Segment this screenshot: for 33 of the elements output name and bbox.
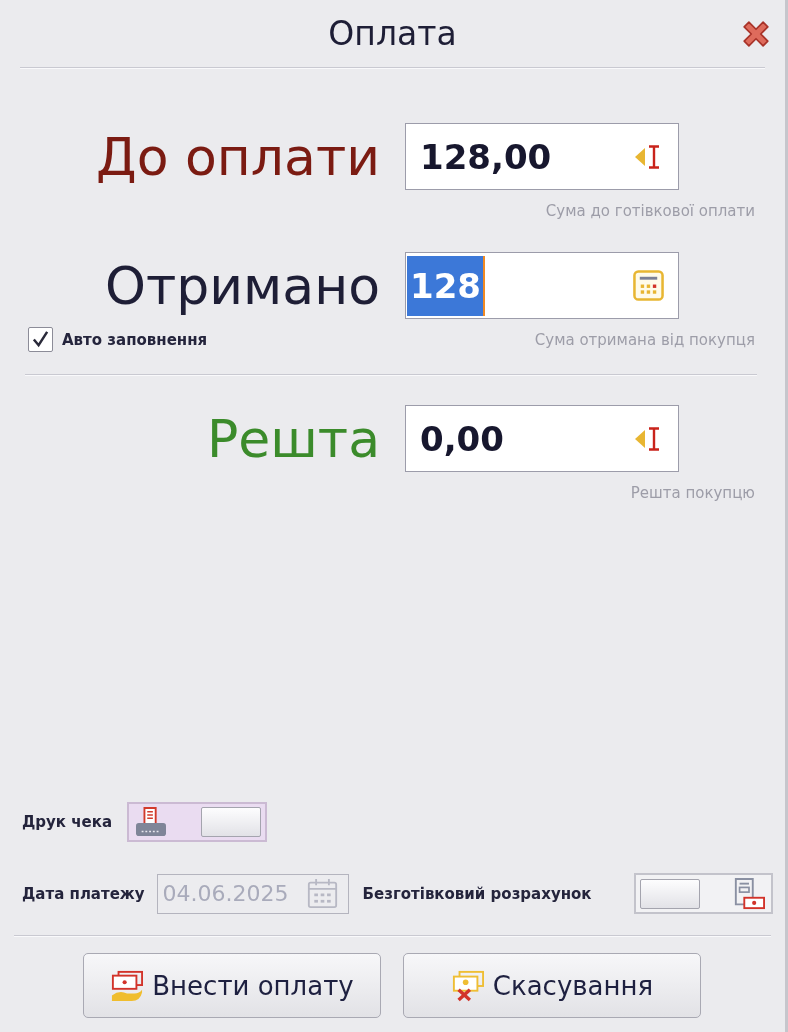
amount-label: До оплати (96, 130, 380, 183)
amount-field[interactable]: 128 (405, 252, 679, 319)
receipt-printer-icon (135, 807, 168, 837)
amount-field[interactable]: 128,00 (405, 123, 679, 190)
field-hint: Сума до готівкової оплати (545, 201, 755, 220)
switch-knob (201, 807, 262, 837)
checkbox[interactable] (28, 327, 53, 352)
field-value: 04.06.2025 (162, 881, 289, 906)
check-icon (31, 330, 50, 349)
field-label: Безготівковий розрахунок (362, 884, 592, 903)
document-card-icon (733, 877, 765, 910)
field-value: 128,00 (420, 139, 552, 174)
banknote-cross-icon (450, 969, 485, 1002)
pay-button[interactable]: Внести оплату (83, 953, 381, 1018)
toggle-switch[interactable] (634, 873, 773, 914)
field-value: 128 (407, 255, 485, 316)
calculator-icon (633, 270, 664, 301)
close-button[interactable] (743, 20, 769, 47)
dialog-title: Оплата (328, 14, 457, 53)
amount-label: Решта (206, 412, 380, 465)
field-value: 0,00 (420, 421, 504, 456)
field-label: Дата платежу (22, 884, 145, 903)
field-hint: Сума отримана від покупця (534, 330, 755, 349)
cancel-button[interactable]: Скасування (403, 953, 701, 1018)
switch-knob (640, 878, 700, 909)
calendar-icon (306, 878, 338, 909)
amount-field[interactable]: 0,00 (405, 405, 679, 472)
checkbox-label: Авто заповнення (62, 330, 208, 349)
toggle-switch[interactable] (127, 802, 268, 842)
banknote-hand-icon (110, 969, 145, 1002)
field-label: Друк чека (22, 813, 113, 831)
field-hint: Решта покупцю (630, 483, 755, 502)
close-icon (743, 20, 769, 47)
